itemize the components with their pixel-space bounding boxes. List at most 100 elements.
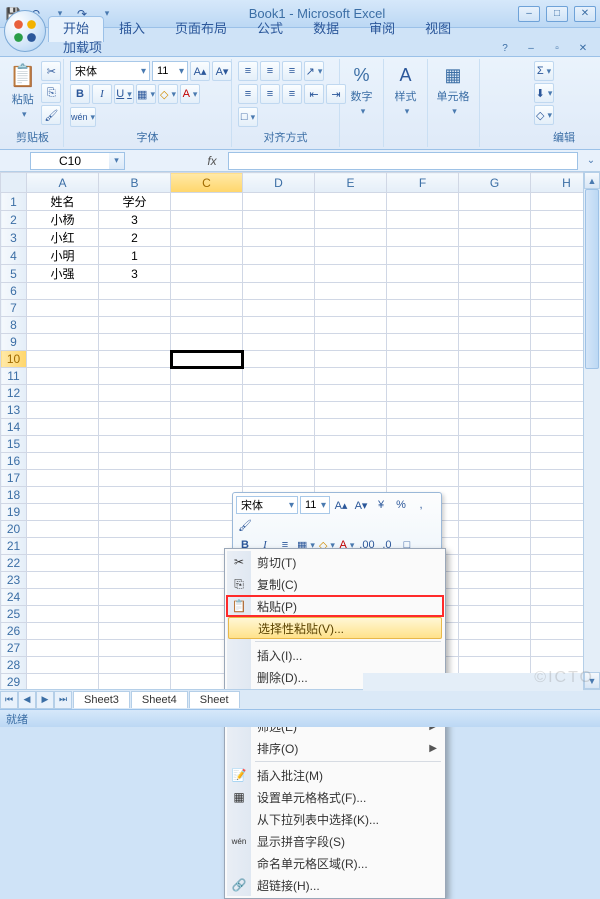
sheet-nav-first-icon[interactable]: ⏮ — [0, 691, 18, 709]
cell[interactable] — [459, 419, 531, 436]
cell[interactable] — [27, 402, 99, 419]
cell[interactable] — [27, 572, 99, 589]
col-header-B[interactable]: B — [99, 173, 171, 193]
shrink-font-icon[interactable]: A▾ — [212, 61, 232, 81]
cell[interactable] — [459, 368, 531, 385]
cell[interactable] — [27, 368, 99, 385]
cell[interactable] — [243, 419, 315, 436]
cell[interactable]: 小强 — [27, 265, 99, 283]
indent-dec-icon[interactable]: ⇤ — [304, 84, 324, 104]
doc-minimize-button[interactable]: – — [520, 40, 542, 56]
cell[interactable] — [459, 229, 531, 247]
doc-close-button[interactable]: ✕ — [572, 40, 594, 56]
cell[interactable] — [459, 300, 531, 317]
align-center-icon[interactable]: ≡ — [260, 84, 280, 104]
cells-button[interactable]: ▦单元格▾ — [434, 61, 472, 121]
cell[interactable] — [99, 521, 171, 538]
row-header[interactable]: 20 — [1, 521, 27, 538]
cell[interactable] — [315, 247, 387, 265]
cell[interactable] — [315, 385, 387, 402]
cell[interactable] — [243, 247, 315, 265]
cell[interactable] — [27, 589, 99, 606]
cell[interactable] — [387, 368, 459, 385]
cell[interactable] — [459, 606, 531, 623]
tab-公式[interactable]: 公式 — [242, 16, 298, 42]
cell[interactable] — [27, 623, 99, 640]
doc-restore-button[interactable]: ▫ — [546, 40, 568, 56]
cell[interactable]: 小红 — [27, 229, 99, 247]
cell[interactable]: 2 — [99, 229, 171, 247]
merge-button[interactable]: □▾ — [238, 107, 258, 127]
cell[interactable] — [387, 334, 459, 351]
align-right-icon[interactable]: ≡ — [282, 84, 302, 104]
ctx-item[interactable]: 🔗超链接(H)... — [227, 874, 443, 896]
sheet-nav-next-icon[interactable]: ▶ — [36, 691, 54, 709]
row-header[interactable]: 25 — [1, 606, 27, 623]
grow-font-icon[interactable]: A▴ — [332, 496, 350, 514]
select-all-corner[interactable] — [1, 173, 27, 193]
formula-input[interactable] — [228, 152, 578, 170]
cell[interactable] — [171, 402, 243, 419]
cell[interactable] — [99, 368, 171, 385]
cell[interactable] — [459, 487, 531, 504]
tab-数据[interactable]: 数据 — [298, 16, 354, 42]
cell[interactable] — [315, 453, 387, 470]
help-icon[interactable]: ? — [494, 40, 516, 56]
cell[interactable] — [459, 265, 531, 283]
cell[interactable] — [315, 283, 387, 300]
cell[interactable] — [99, 351, 171, 368]
row-header[interactable]: 8 — [1, 317, 27, 334]
sheet-tab[interactable]: Sheet3 — [73, 691, 130, 708]
cell[interactable]: 学分 — [99, 193, 171, 211]
cell[interactable] — [315, 470, 387, 487]
cell[interactable] — [27, 317, 99, 334]
cell[interactable]: 3 — [99, 211, 171, 229]
align-bot-icon[interactable]: ≡ — [282, 61, 302, 81]
cell[interactable] — [387, 436, 459, 453]
autosum-icon[interactable]: Σ▾ — [534, 61, 554, 81]
row-header[interactable]: 19 — [1, 504, 27, 521]
cell[interactable] — [315, 265, 387, 283]
cell[interactable] — [171, 193, 243, 211]
maximize-button[interactable]: □ — [546, 6, 568, 22]
row-header[interactable]: 23 — [1, 572, 27, 589]
ctx-item[interactable]: ✂剪切(T) — [227, 551, 443, 573]
cell[interactable] — [315, 419, 387, 436]
row-header[interactable]: 7 — [1, 300, 27, 317]
cell[interactable] — [459, 504, 531, 521]
format-painter-icon[interactable]: 🖌 — [41, 105, 61, 125]
clear-icon[interactable]: ◇▾ — [534, 105, 554, 125]
cell[interactable] — [387, 247, 459, 265]
row-header[interactable]: 3 — [1, 229, 27, 247]
cell[interactable] — [27, 385, 99, 402]
cell[interactable]: 3 — [99, 265, 171, 283]
cell[interactable] — [315, 351, 387, 368]
cell[interactable] — [27, 419, 99, 436]
cell[interactable] — [243, 334, 315, 351]
cell[interactable] — [99, 504, 171, 521]
row-header[interactable]: 22 — [1, 555, 27, 572]
cell[interactable] — [99, 317, 171, 334]
cell[interactable] — [459, 657, 531, 674]
cell[interactable] — [171, 436, 243, 453]
fill-color-button[interactable]: ◇▾ — [158, 84, 178, 104]
row-header[interactable]: 27 — [1, 640, 27, 657]
fx-icon[interactable]: fx — [200, 154, 224, 168]
cell[interactable] — [27, 470, 99, 487]
cell[interactable]: 小杨 — [27, 211, 99, 229]
grow-font-icon[interactable]: A▴ — [190, 61, 210, 81]
cell[interactable] — [27, 334, 99, 351]
cell[interactable] — [459, 453, 531, 470]
cell[interactable] — [459, 623, 531, 640]
ctx-item[interactable]: 📋粘贴(P) — [227, 595, 443, 617]
cell[interactable] — [99, 385, 171, 402]
cell[interactable] — [387, 229, 459, 247]
cell[interactable] — [99, 538, 171, 555]
cell[interactable] — [27, 606, 99, 623]
cell[interactable] — [27, 538, 99, 555]
cell[interactable] — [171, 265, 243, 283]
row-header[interactable]: 28 — [1, 657, 27, 674]
col-header-C[interactable]: C — [171, 173, 243, 193]
cut-icon[interactable]: ✂ — [41, 61, 61, 81]
tab-页面布局[interactable]: 页面布局 — [160, 16, 242, 42]
